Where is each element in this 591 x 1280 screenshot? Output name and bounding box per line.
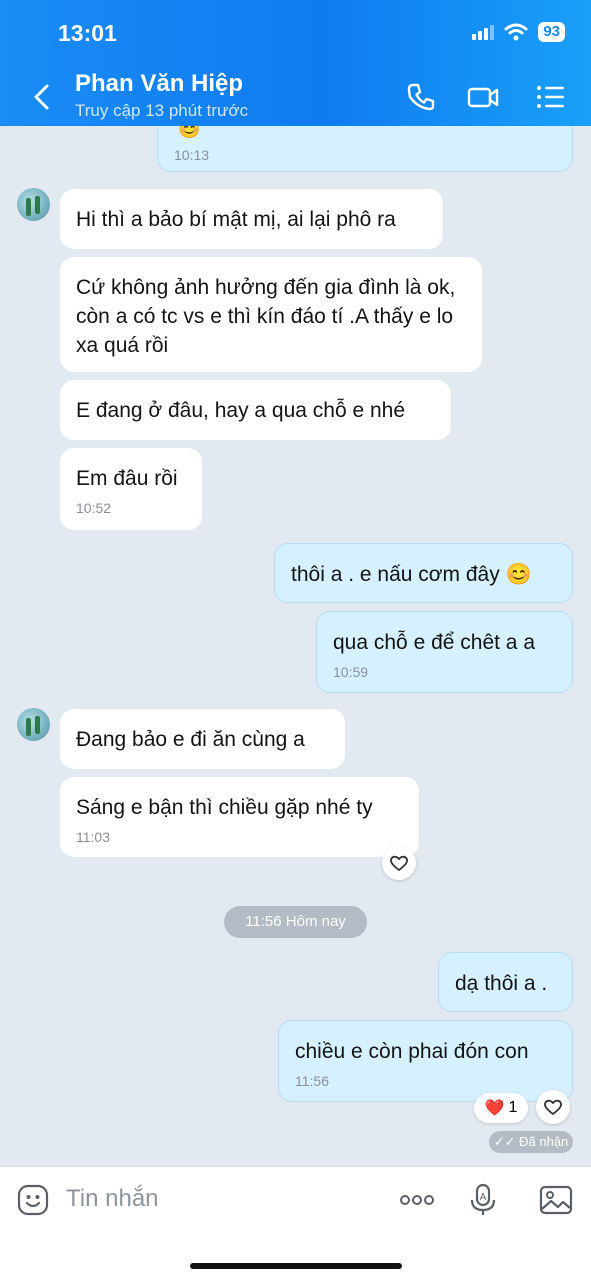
message-text: E đang ở đâu, hay a qua chỗ e nhé	[76, 399, 406, 422]
menu-icon[interactable]	[534, 80, 568, 114]
message-bubble-incoming[interactable]: Em đâu rồi 10:52	[60, 448, 202, 530]
reaction-badge[interactable]: ❤️ 1	[474, 1093, 528, 1123]
message-bubble-outgoing[interactable]: dạ thôi a .	[438, 952, 573, 1012]
phone-icon[interactable]	[404, 80, 438, 114]
message-time: 11:03	[76, 829, 110, 845]
message-input[interactable]: Tin nhắn	[66, 1185, 159, 1213]
message-bubble-outgoing[interactable]: thôi a . e nấu cơm đây 😊	[274, 543, 573, 603]
message-time: 10:59	[333, 664, 369, 680]
message-bubble-incoming[interactable]: Đang bảo e đi ăn cùng a	[60, 709, 345, 769]
message-text: Hi thì a bảo bí mật mị, ai lại phô ra	[76, 208, 396, 231]
voice-icon[interactable]: A	[466, 1183, 500, 1217]
message-text: dạ thôi a .	[455, 972, 548, 995]
signal-icon	[472, 25, 495, 40]
message-composer: Tin nhắn A	[0, 1166, 591, 1280]
status-time: 13:01	[58, 20, 117, 46]
battery-level: 93	[538, 22, 565, 42]
message-time: 10:52	[76, 500, 112, 516]
double-check-icon: ✓✓	[493, 1134, 516, 1149]
message-bubble-incoming[interactable]: Cứ không ảnh hưởng đến gia đình là ok, c…	[60, 257, 482, 372]
message-bubble-incoming[interactable]: E đang ở đâu, hay a qua chỗ e nhé	[60, 380, 451, 440]
message-bubble-incoming[interactable]: Hi thì a bảo bí mật mị, ai lại phô ra	[60, 189, 443, 249]
delivery-status-text: Đã nhận	[519, 1134, 569, 1149]
heart-icon	[390, 855, 408, 871]
sticker-icon[interactable]	[16, 1183, 50, 1217]
message-bubble-outgoing[interactable]: qua chỗ e để chêt a a 10:59	[316, 611, 573, 693]
reaction-emoji: ❤️	[484, 1100, 505, 1117]
message-text: qua chỗ e để chêt a a	[333, 631, 535, 654]
contact-avatar[interactable]	[17, 708, 50, 741]
home-indicator	[190, 1263, 402, 1269]
message-text: Em đâu rồi	[76, 467, 178, 490]
contact-name[interactable]: Phan Văn Hiệp	[75, 70, 243, 98]
react-button[interactable]	[536, 1090, 570, 1124]
message-time: 11:56	[295, 1073, 329, 1089]
back-icon[interactable]	[28, 80, 56, 114]
more-icon[interactable]	[398, 1183, 436, 1217]
wifi-icon	[504, 23, 528, 41]
message-time: 10:13	[174, 147, 210, 163]
message-bubble-incoming[interactable]: Sáng e bận thì chiều gặp nhé ty 11:03	[60, 777, 419, 857]
message-text: Đang bảo e đi ăn cùng a	[76, 728, 305, 751]
image-icon[interactable]	[539, 1183, 573, 1217]
delivery-status: ✓✓ Đã nhận	[489, 1131, 573, 1153]
video-call-icon[interactable]	[466, 80, 500, 114]
status-icons: 93	[472, 22, 565, 42]
chat-header: 13:01 93 Phan Văn Hiệp Truy cập 13 phút …	[0, 0, 591, 126]
last-seen: Truy cập 13 phút trước	[75, 101, 249, 120]
heart-icon	[544, 1099, 562, 1115]
message-text: thôi a . e nấu cơm đây 😊	[291, 563, 532, 586]
date-separator: 11:56 Hôm nay	[224, 906, 367, 938]
message-text: chiều e còn phai đón con	[295, 1040, 529, 1063]
svg-text:A: A	[480, 1192, 487, 1203]
react-button[interactable]	[382, 846, 416, 880]
message-text: Sáng e bận thì chiều gặp nhé ty	[76, 796, 373, 819]
message-text: Cứ không ảnh hưởng đến gia đình là ok, c…	[76, 276, 456, 357]
message-bubble-outgoing[interactable]: chiều e còn phai đón con 11:56	[278, 1020, 573, 1102]
contact-avatar[interactable]	[17, 188, 50, 221]
reaction-count: 1	[508, 1099, 518, 1116]
